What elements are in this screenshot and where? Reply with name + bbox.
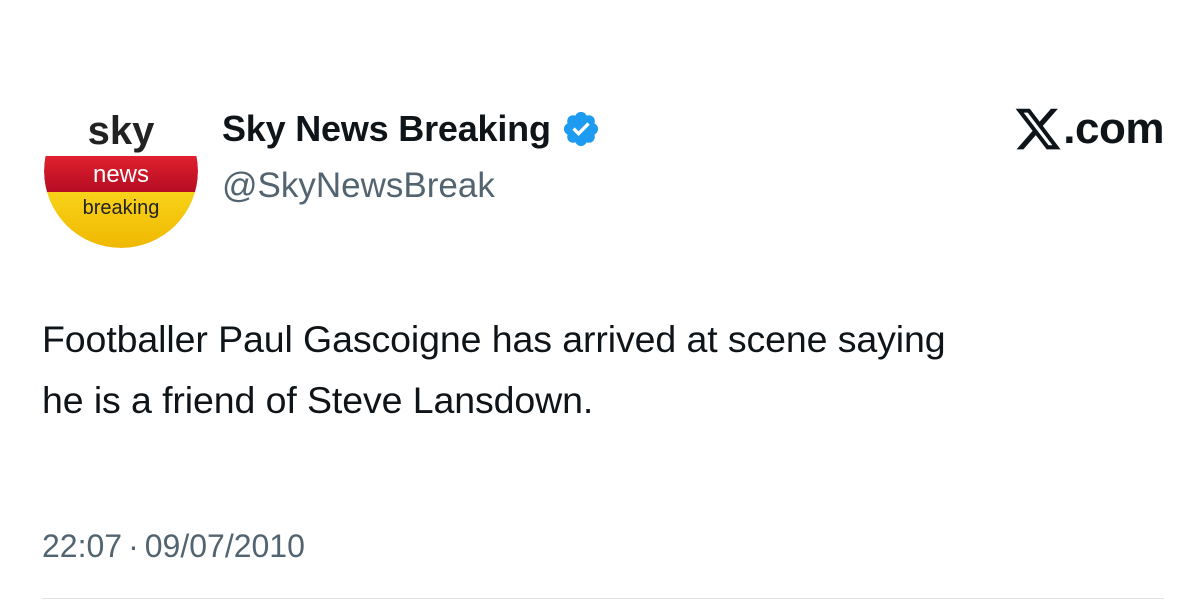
timestamp-separator: · (128, 528, 139, 564)
tweet-text-line: he is a friend of Steve Lansdown. (42, 379, 594, 421)
tweet-card: sky news breaking Sky News Breaking @Sky… (0, 0, 1200, 605)
tweet-text-line: Footballer Paul Gascoigne has arrived at… (42, 318, 946, 360)
avatar[interactable]: sky news breaking (44, 94, 198, 248)
x-logo-icon (1015, 108, 1061, 150)
tweet-timestamp[interactable]: 22:07 · 09/07/2010 (42, 528, 305, 565)
brand-domain-label: .com (1063, 104, 1164, 153)
logo-line-news: news (93, 161, 149, 188)
logo-line-sky: sky (88, 109, 155, 153)
account-display-name[interactable]: Sky News Breaking (222, 108, 551, 150)
x-brand: .com (1011, 104, 1164, 154)
account-handle[interactable]: @SkyNewsBreak (222, 166, 495, 206)
sky-news-breaking-logo: sky news breaking (44, 94, 198, 248)
tweet-text: Footballer Paul Gascoigne has arrived at… (42, 309, 1172, 431)
tweet-time: 22:07 (42, 528, 123, 564)
tweet-date: 09/07/2010 (144, 528, 305, 564)
account-name-row[interactable]: Sky News Breaking (222, 108, 601, 150)
verified-badge-icon (563, 111, 598, 147)
divider (42, 598, 1164, 599)
logo-line-breaking: breaking (83, 197, 160, 219)
